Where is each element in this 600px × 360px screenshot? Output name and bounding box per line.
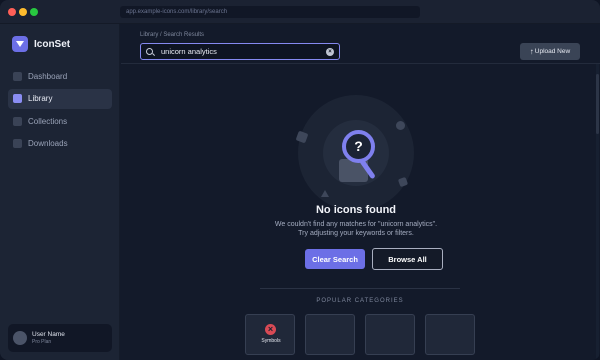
sidebar: IconSet Dashboard Library Collections Do… [0,24,120,360]
collections-icon [13,116,22,126]
empty-state-title: No icons found [315,204,397,216]
decorative-triangle-icon [321,190,329,197]
category-card[interactable] [425,314,475,355]
user-plan: Pro Plan [32,338,52,345]
category-card-symbols[interactable]: × Symbols [245,314,295,355]
decorative-dot-icon [396,121,405,130]
brand[interactable]: IconSet [12,36,70,52]
sidebar-item-collections[interactable]: Collections [8,111,112,131]
dashboard-icon [13,71,22,81]
upload-button-label: Upload New [534,48,571,55]
magnifier-question-icon: ? [342,130,375,163]
sidebar-item-library[interactable]: Library [8,88,112,109]
sidebar-item-label: Downloads [28,139,68,148]
user-name: User Name [32,330,65,338]
app-window: app.example-icons.com/library/search Ico… [0,0,600,360]
minimize-window-button[interactable] [19,8,27,16]
avatar [13,331,27,345]
empty-state-message-line: Try adjusting your keywords or filters. [298,230,414,237]
empty-state-message: We couldn't find any matches for "unicor… [206,220,506,238]
scroll-thumb[interactable] [596,74,599,134]
sidebar-item-label: Collections [28,116,68,126]
page-header: Library / Search Results × ↑ Upload New [121,24,600,64]
user-profile-card[interactable]: User Name Pro Plan [8,324,112,352]
library-icon [13,94,22,103]
clear-search-button[interactable]: Clear Search [305,249,365,269]
sidebar-item-dashboard[interactable]: Dashboard [8,66,112,86]
breadcrumb: Library / Search Results [140,32,205,38]
category-card-label: Symbols [261,338,281,344]
main-content: Library / Search Results × ↑ Upload New [121,24,600,360]
error-x-icon: × [265,324,276,335]
category-card[interactable] [305,314,355,355]
scrollbar[interactable] [596,64,599,360]
popular-categories-label: POPULAR CATEGORIES [316,298,404,304]
sidebar-nav: Dashboard Library Collections Downloads [8,66,112,156]
sidebar-item-label: Library [28,94,53,103]
brand-name: IconSet [34,38,71,50]
divider [260,288,460,289]
close-icon[interactable]: × [326,48,334,56]
category-card[interactable] [365,314,415,355]
close-window-button[interactable] [8,8,16,16]
title-bar: app.example-icons.com/library/search [0,0,600,24]
address-bar[interactable]: app.example-icons.com/library/search [120,6,420,18]
upload-arrow-icon: ↑ [529,47,534,56]
popular-categories: × Symbols [245,314,477,355]
search-input[interactable] [161,47,321,56]
maximize-window-button[interactable] [30,8,38,16]
sidebar-item-downloads[interactable]: Downloads [8,134,112,154]
logo-triangle-icon [12,36,28,52]
sidebar-item-label: Dashboard [28,71,68,81]
search-box[interactable]: × [140,43,340,60]
upload-new-button[interactable]: ↑ Upload New [520,43,580,60]
empty-state-message-line: We couldn't find any matches for "unicor… [274,221,438,228]
search-icon [146,48,153,55]
downloads-icon [13,139,22,148]
empty-state-illustration: ? [291,88,421,218]
browse-all-button[interactable]: Browse All [372,248,443,270]
